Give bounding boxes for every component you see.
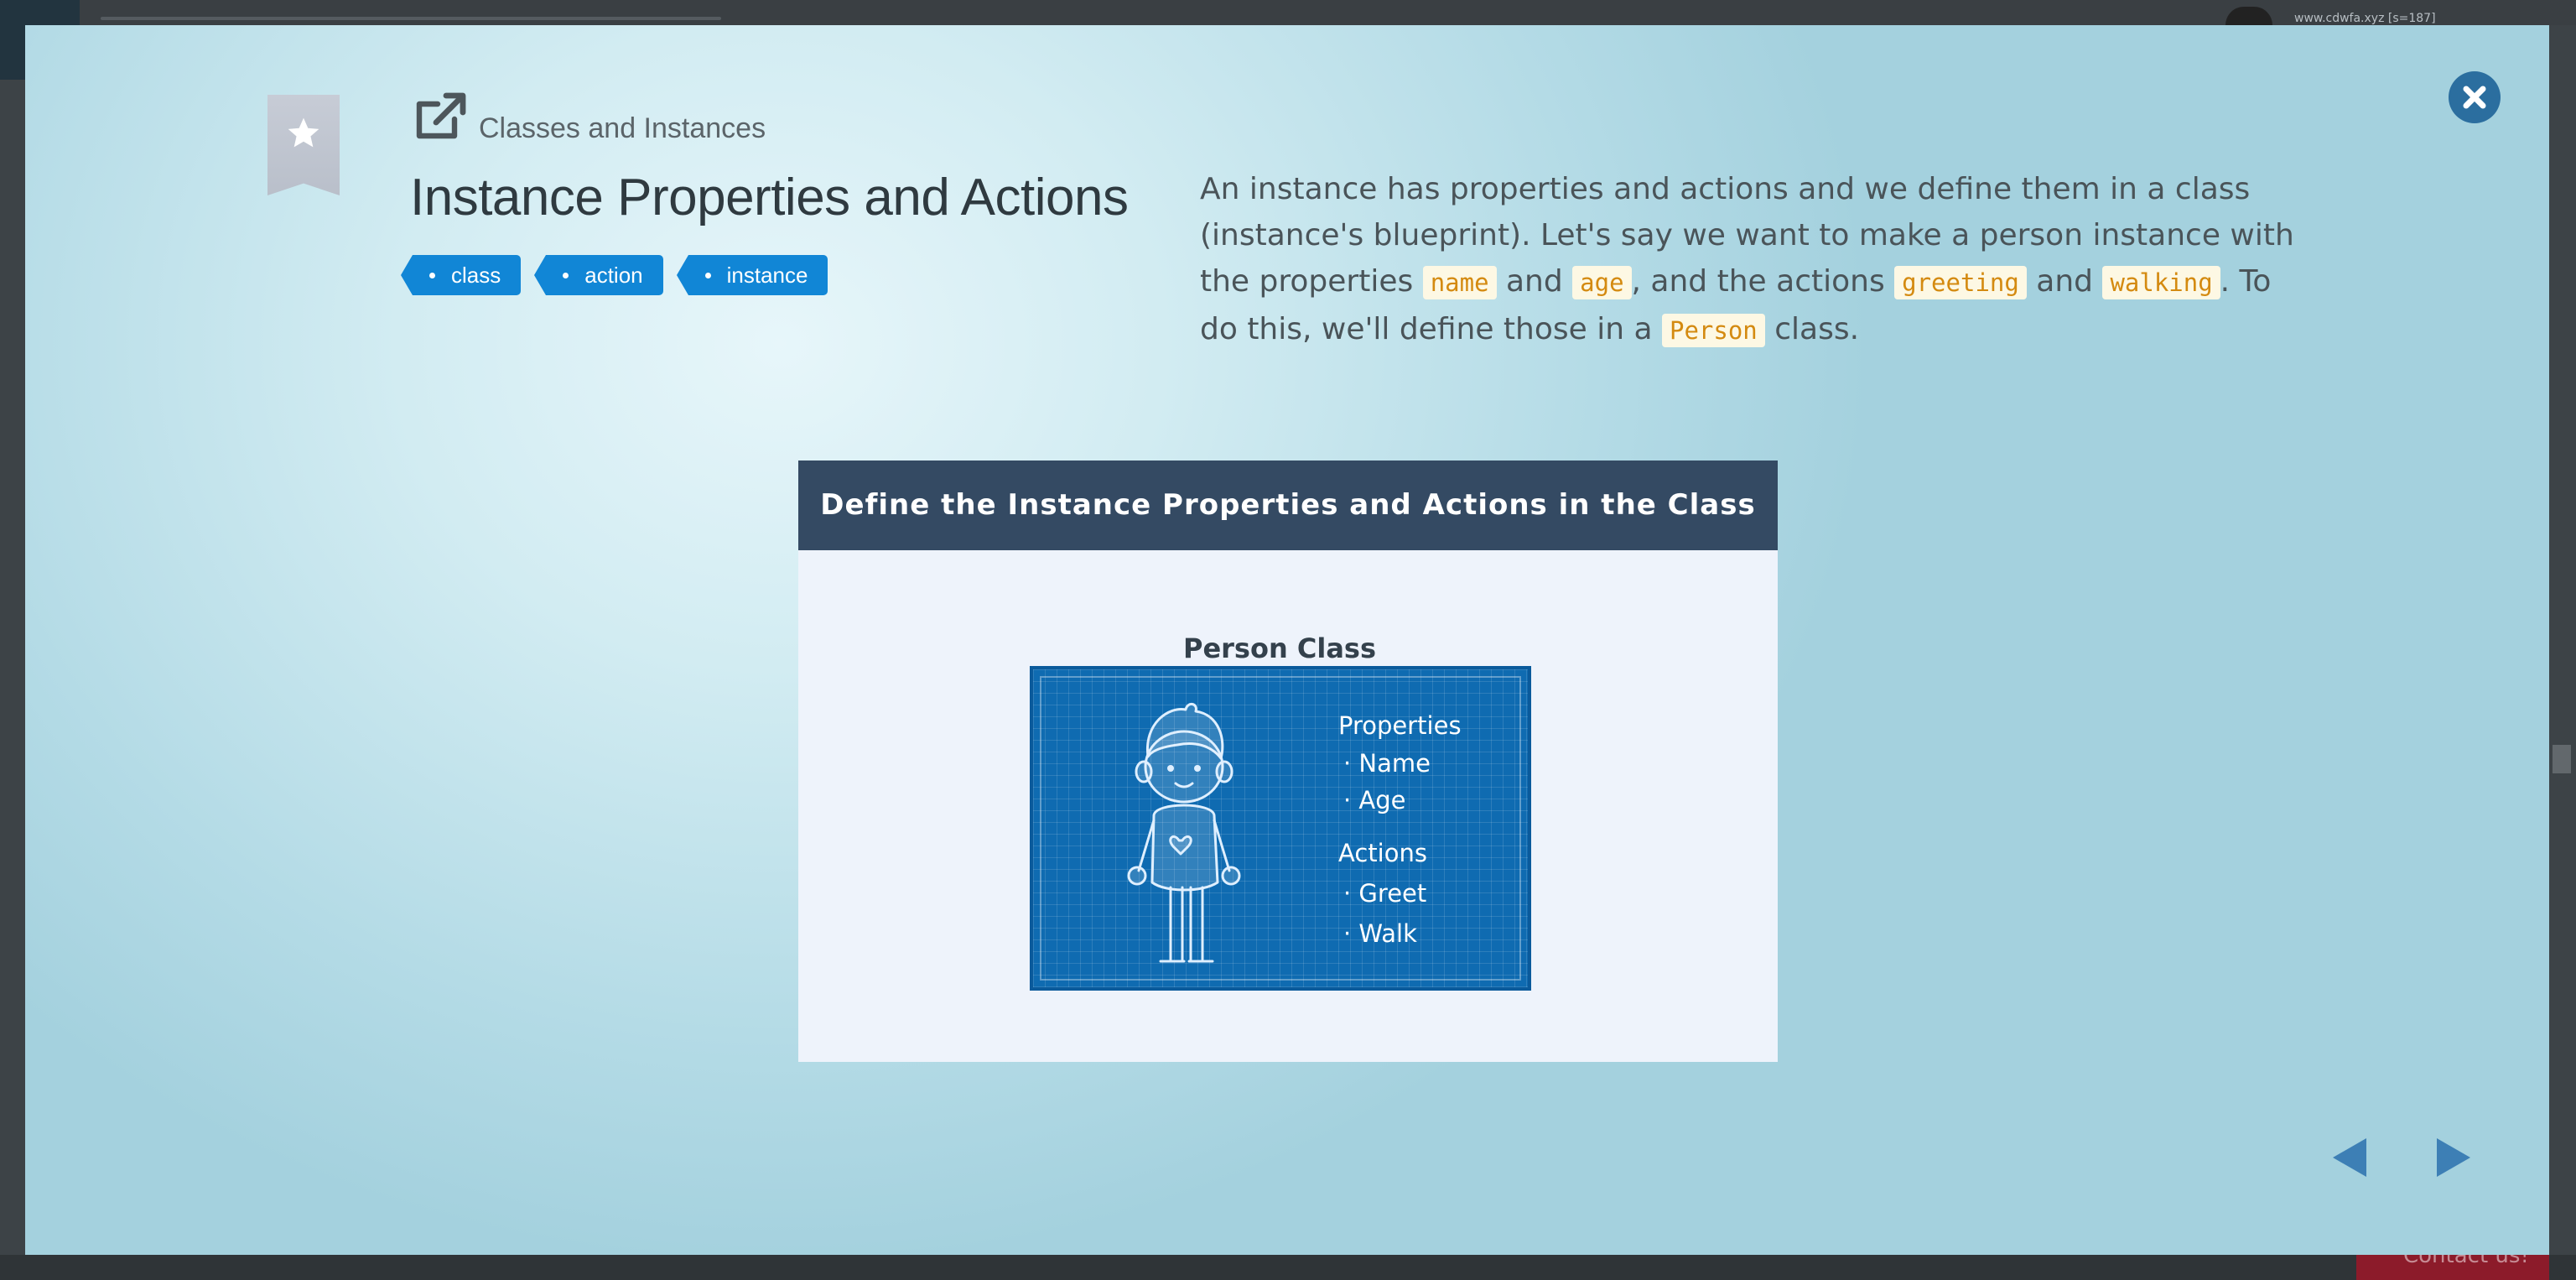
property-item: · Age [1343,786,1406,814]
description-text: and [2026,264,2103,299]
previous-button[interactable] [2329,1137,2371,1179]
property-item: · Name [1343,749,1431,778]
star-icon [288,117,319,148]
code-name: name [1422,266,1497,299]
figure-header: Define the Instance Properties and Actio… [798,460,1778,550]
chapter-title[interactable]: Classes and Instances [479,112,766,145]
bookmark-button[interactable] [267,95,340,195]
external-link-icon[interactable] [413,91,471,146]
code-greeting: greeting [1894,266,2027,299]
tag-dot [704,273,711,278]
description-paragraph: An instance has properties and actions a… [1200,166,2307,354]
page-title: Instance Properties and Actions [410,169,1129,226]
tag-list: class action instance [400,255,828,295]
background-bottombar [0,1255,2576,1280]
actions-heading: Actions [1338,839,1427,867]
lesson-modal: Classes and Instances Instance Propertie… [25,25,2549,1255]
background-search-bar [101,17,721,20]
background-topbar [0,0,2576,25]
background-scrollbar [2553,745,2571,773]
action-item: · Walk [1343,919,1417,948]
tag-label: action [584,263,643,288]
blueprint-card: Properties · Name · Age Actions · Greet … [1030,666,1531,991]
lesson-figure: Define the Instance Properties and Actio… [798,460,1778,1062]
code-person: Person [1662,314,1765,347]
code-age: age [1572,266,1632,299]
description-text: class. [1764,312,1860,346]
properties-heading: Properties [1338,711,1462,740]
description-text: and [1496,264,1573,299]
figure-subtitle: Person Class [1182,632,1377,664]
description-text: , and the actions [1631,264,1895,299]
tag-action[interactable]: action [534,255,663,295]
tag-instance[interactable]: instance [676,255,828,295]
person-illustration [1127,703,1241,963]
tag-dot [429,273,435,278]
background-url-text: www.cdwfa.xyz [s=187] [2294,12,2436,25]
triangle-left-icon [2333,1138,2366,1177]
code-walking: walking [2102,266,2220,299]
close-button[interactable] [2449,71,2501,123]
close-icon [2463,86,2486,109]
triangle-right-icon [2437,1138,2470,1177]
next-button[interactable] [2432,1137,2474,1179]
tag-label: class [451,263,501,288]
tag-dot [563,273,569,278]
action-item: · Greet [1343,879,1427,908]
tag-class[interactable]: class [400,255,522,295]
tag-label: instance [726,263,808,288]
